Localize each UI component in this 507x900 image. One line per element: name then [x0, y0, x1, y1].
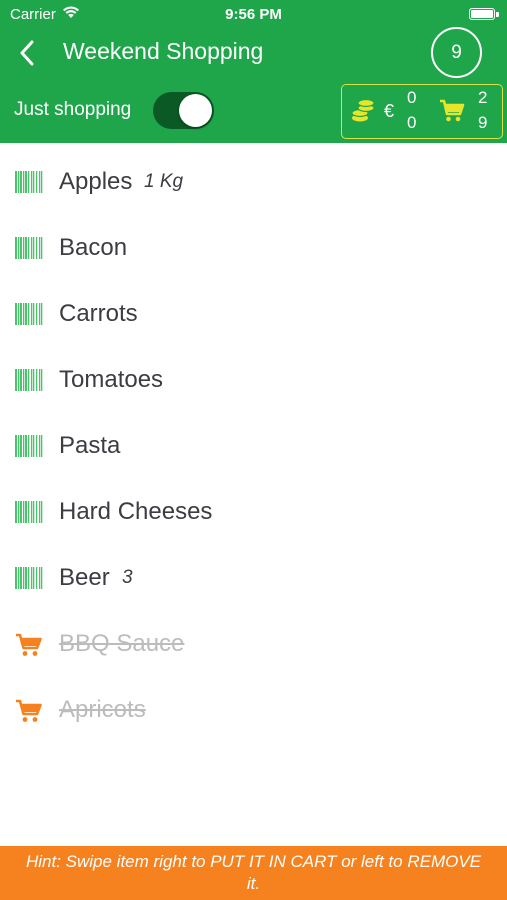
list-item[interactable]: Pasta [0, 413, 507, 479]
item-name: Bacon [59, 234, 128, 261]
list-item[interactable]: Apples 1 Kg [0, 149, 507, 215]
list-item[interactable]: Tomatoes [0, 347, 507, 413]
barcode-icon [15, 435, 43, 457]
chevron-left-icon [20, 40, 34, 66]
list-item[interactable]: Bacon [0, 215, 507, 281]
item-quantity: 1 Kg [144, 171, 184, 192]
item-name: Beer [59, 564, 110, 591]
item-name: Tomatoes [59, 366, 164, 393]
count-in-cart: 2 [478, 88, 488, 107]
status-bar: Carrier 9:56 PM [0, 0, 507, 30]
barcode-icon [15, 171, 43, 193]
back-button[interactable] [12, 36, 42, 70]
list-item[interactable]: Beer 3 [0, 545, 507, 611]
price-in-cart: 0 [407, 113, 417, 132]
coins-icon [351, 98, 375, 122]
totals-panel[interactable]: € 0 0 2 9 [341, 84, 503, 139]
barcode-icon [15, 303, 43, 325]
list-item[interactable]: Apricots [0, 677, 507, 743]
status-time: 9:56 PM [225, 6, 282, 23]
shopping-list: Apples 1 Kg Bacon Carrots Tomatoes Pasta Hard … [0, 149, 507, 743]
currency-symbol: € [384, 101, 395, 121]
item-name: Apples [59, 168, 133, 195]
item-name: Hard Cheeses [59, 498, 213, 525]
barcode-icon [15, 369, 43, 391]
hint-bar: Hint: Swipe item right to PUT IT IN CART… [0, 846, 507, 900]
item-name: Pasta [59, 432, 121, 459]
list-item[interactable]: BBQ Sauce [0, 611, 507, 677]
item-quantity: 3 [122, 567, 133, 588]
item-name: Carrots [59, 300, 138, 327]
price-remaining: 0 [407, 88, 417, 107]
list-item[interactable]: Hard Cheeses [0, 479, 507, 545]
hint-text: Hint: Swipe item right to PUT IT IN CART… [25, 852, 482, 893]
just-shopping-label: Just shopping [14, 99, 132, 120]
app-header: Carrier 9:56 PM Weekend Shopping 9 Just … [0, 0, 507, 143]
item-count-badge[interactable]: 9 [431, 27, 482, 78]
list-title: Weekend Shopping [63, 38, 264, 64]
battery-tip [496, 12, 499, 17]
barcode-icon [15, 501, 43, 523]
item-name: Apricots [59, 696, 146, 723]
just-shopping-toggle[interactable] [153, 92, 214, 129]
cart-icon [15, 633, 43, 656]
item-name: BBQ Sauce [59, 630, 185, 657]
count-total: 9 [478, 113, 488, 132]
barcode-icon [15, 567, 43, 589]
battery-icon [469, 8, 495, 20]
barcode-icon [15, 237, 43, 259]
cart-icon [440, 99, 465, 122]
toggle-knob [179, 94, 212, 127]
cart-icon [15, 699, 43, 722]
list-item[interactable]: Carrots [0, 281, 507, 347]
